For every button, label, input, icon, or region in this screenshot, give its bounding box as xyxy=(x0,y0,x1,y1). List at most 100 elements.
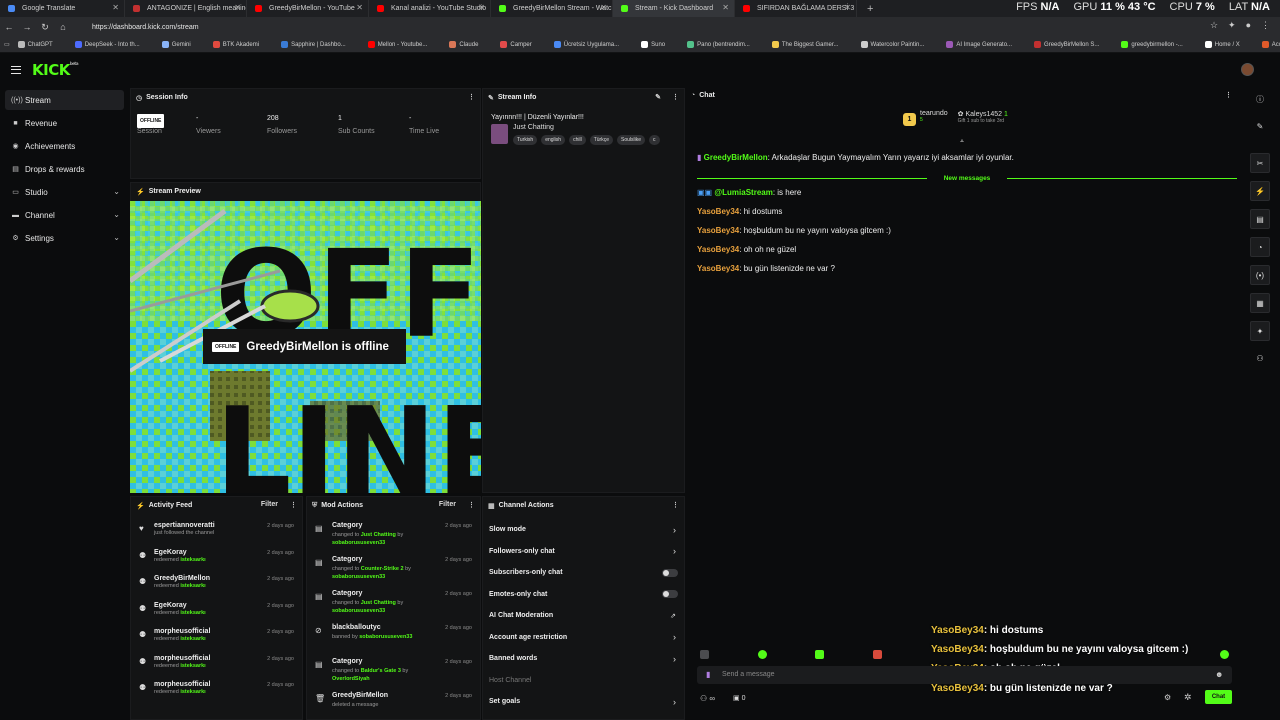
tag-chip[interactable]: c xyxy=(649,135,660,145)
new-tab-button[interactable]: + xyxy=(867,3,873,15)
chevron-right-icon[interactable]: › xyxy=(673,546,676,556)
close-icon[interactable]: ✕ xyxy=(600,3,607,12)
bookmark-item[interactable]: Suno xyxy=(641,41,676,48)
tag-chip[interactable]: Turkish xyxy=(513,135,538,145)
sidebar-item-drops[interactable]: ▤ Drops & rewards xyxy=(5,159,124,179)
home-icon[interactable]: ⌂ xyxy=(54,22,72,32)
message-user[interactable]: GreedyBirMellon xyxy=(704,153,768,162)
bookmark-item[interactable]: Home / X xyxy=(1204,41,1251,48)
browser-tab[interactable]: GreedyBirMellon Stream - Watch ✕ xyxy=(491,0,613,17)
profile-icon[interactable]: ● xyxy=(1246,20,1251,31)
chat-bubble-icon[interactable]: ◔ xyxy=(1250,237,1270,257)
wrench-icon[interactable]: ✦ xyxy=(1250,321,1270,341)
chevron-right-icon[interactable]: › xyxy=(673,632,676,642)
chevron-down-icon[interactable]: ⌄ xyxy=(113,210,120,219)
points-display[interactable]: ▣ 0 xyxy=(733,694,745,702)
chevron-right-icon[interactable]: › xyxy=(673,654,676,664)
chevron-down-icon[interactable]: ⩡ xyxy=(960,138,964,146)
sidebar-item-achievements[interactable]: ◉ Achievements xyxy=(5,136,124,156)
chevron-down-icon[interactable]: ⌄ xyxy=(113,233,120,242)
gear-icon[interactable]: ⚙ xyxy=(1164,693,1171,702)
bookmark-item[interactable]: Camper xyxy=(500,41,542,48)
bookmark-item[interactable]: Ücretsiz Uygulama... xyxy=(553,41,630,48)
message-user[interactable]: YasoBey34 xyxy=(697,226,739,235)
browser-tab[interactable]: Google Translate ✕ xyxy=(0,0,125,17)
toggle-switch[interactable] xyxy=(662,590,678,599)
chat-message-input[interactable]: Send a message xyxy=(697,666,1232,684)
sidebar-item-stream[interactable]: ((•)) Stream xyxy=(5,90,124,110)
channel-action-set-goals[interactable]: Set goals › xyxy=(483,691,684,713)
bookmark-item[interactable]: Sapphire | Dashbo... xyxy=(281,41,357,48)
sidebar-item-studio[interactable]: ▭ Studio ⌄ xyxy=(5,182,124,202)
more-options-icon[interactable]: ⋮ xyxy=(672,501,679,509)
pencil-icon[interactable]: ✎ xyxy=(1250,117,1270,137)
channel-action-subscribers-only-chat[interactable]: Subscribers-only chat xyxy=(483,562,684,584)
tag-chip[interactable]: chill xyxy=(569,135,586,145)
message-user[interactable]: YasoBey34 xyxy=(697,245,739,254)
sub-leaderboard[interactable]: 1 tearundo 5 ✿ Kaleys1452 1 Gift 1 sub t… xyxy=(903,110,1008,126)
close-icon[interactable]: ✕ xyxy=(844,3,851,12)
hamburger-menu-icon[interactable] xyxy=(11,66,21,74)
close-icon[interactable]: ✕ xyxy=(356,3,363,12)
more-options-icon[interactable]: ⋮ xyxy=(468,93,475,101)
channel-action-banned-words[interactable]: Banned words › xyxy=(483,648,684,670)
close-icon[interactable]: ✕ xyxy=(234,3,241,12)
more-options-icon[interactable]: ⋮ xyxy=(1225,91,1232,99)
stream-preview[interactable]: OFF LINE OFFLINE GreedyBirMellon is offl… xyxy=(130,201,481,493)
close-icon[interactable]: ✕ xyxy=(112,3,119,12)
more-options-icon[interactable]: ⋮ xyxy=(468,501,475,509)
emoji-icon[interactable]: ☻ xyxy=(1215,670,1223,679)
apps-icon[interactable]: ▭ xyxy=(4,41,10,48)
url-field[interactable]: https://dashboard.kick.com/stream xyxy=(86,20,1166,34)
bookmark-item[interactable]: DeepSeek - Into th... xyxy=(74,41,151,48)
edit-icon[interactable]: ✎ xyxy=(655,93,661,101)
chevron-right-icon[interactable]: › xyxy=(673,697,676,707)
bookmark-item[interactable]: The Biggest Gamer... xyxy=(771,41,850,48)
mic-icon[interactable]: ▮ xyxy=(706,670,710,679)
message-user[interactable]: YasoBey34 xyxy=(697,207,739,216)
avatar[interactable] xyxy=(1241,63,1254,76)
bookmark-item[interactable]: Mellon - Youtube... xyxy=(367,41,439,48)
more-options-icon[interactable]: ⋮ xyxy=(672,93,679,101)
emote-icon[interactable] xyxy=(873,650,882,659)
filter-button[interactable]: Filter xyxy=(439,501,456,508)
menu-icon[interactable]: ⋮ xyxy=(1261,20,1270,31)
document-icon[interactable]: ▤ xyxy=(1250,209,1270,229)
bookmark-item[interactable]: BTK Akademi xyxy=(212,41,270,48)
emote-icon[interactable] xyxy=(758,650,767,659)
bookmark-item[interactable]: Pano (bentrendim... xyxy=(687,41,761,48)
bookmark-item[interactable]: AI Image Generato... xyxy=(946,41,1023,48)
chevron-right-icon[interactable]: › xyxy=(673,525,676,535)
info-icon[interactable]: ⓘ xyxy=(1250,90,1270,110)
bookmark-item[interactable]: Watercolor Paintin... xyxy=(860,41,936,48)
lightning-icon[interactable]: ⚡ xyxy=(1250,181,1270,201)
filter-button[interactable]: Filter xyxy=(261,501,278,508)
extensions-icon[interactable]: ✦ xyxy=(1228,20,1236,31)
message-user[interactable]: YasoBey34 xyxy=(697,264,739,273)
sidebar-item-channel[interactable]: ▬ Channel ⌄ xyxy=(5,205,124,225)
sidebar-item-revenue[interactable]: ■ Revenue xyxy=(5,113,124,133)
kick-logo[interactable]: KICKbeta xyxy=(32,61,79,79)
bookmark-item[interactable]: Account home | Ba... xyxy=(1261,41,1280,48)
bookmark-item[interactable]: Gemini xyxy=(161,41,202,48)
browser-tab[interactable]: GreedyBirMellon - YouTube ✕ xyxy=(247,0,369,17)
emote-icon[interactable] xyxy=(700,650,709,659)
browser-tab[interactable]: Kanal analizi - YouTube Studio ✕ xyxy=(369,0,491,17)
forward-icon[interactable]: → xyxy=(18,22,36,32)
tag-chip[interactable]: Soulslike xyxy=(616,135,645,145)
channel-action-followers-only-chat[interactable]: Followers-only chat › xyxy=(483,541,684,563)
bookmark-item[interactable]: ChatGPT xyxy=(17,41,64,48)
settings-icon[interactable]: ✲ xyxy=(1184,692,1192,703)
message-user[interactable]: @LumiaStream xyxy=(714,188,772,197)
close-icon[interactable]: ✕ xyxy=(722,3,729,12)
emote-icon[interactable] xyxy=(1220,650,1229,659)
bookmark-item[interactable]: greedybirmellon -... xyxy=(1121,41,1193,48)
more-options-icon[interactable]: ⋮ xyxy=(290,501,297,509)
reload-icon[interactable]: ↻ xyxy=(36,22,54,33)
toggle-switch[interactable] xyxy=(662,568,678,577)
browser-tab[interactable]: SIFIRDAN BAĞLAMA DERSİ 3 (EN ✕ xyxy=(735,0,857,17)
tag-chip[interactable]: english xyxy=(541,135,566,145)
channel-action-ai-chat-moderation[interactable]: AI Chat Moderation ⇗ xyxy=(483,605,684,627)
external-link-icon[interactable]: ⇗ xyxy=(670,612,676,620)
channel-action-emotes-only-chat[interactable]: Emotes-only chat xyxy=(483,584,684,606)
